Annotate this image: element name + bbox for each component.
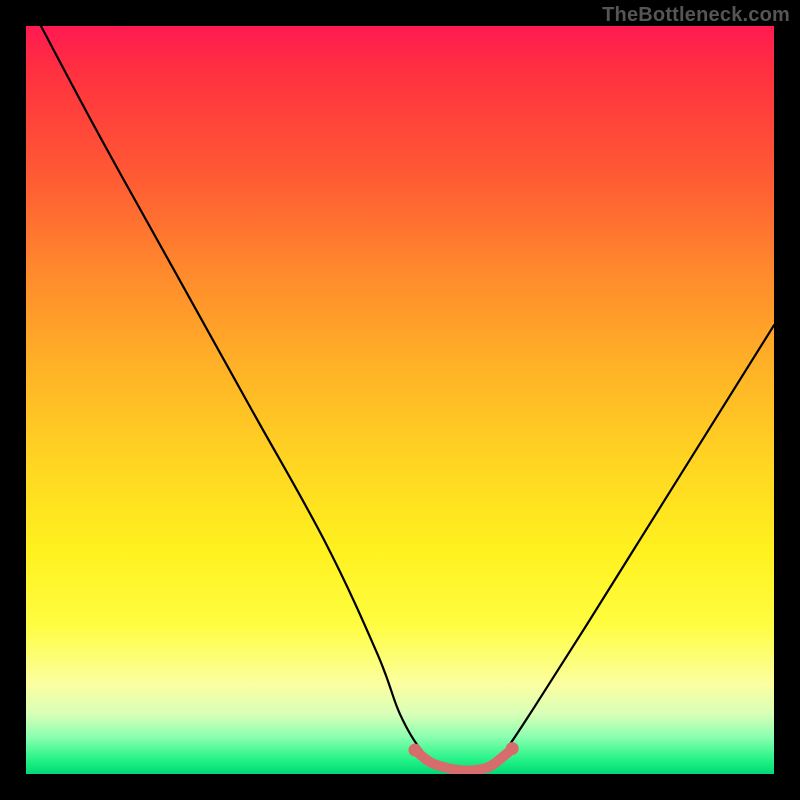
plot-area bbox=[26, 26, 774, 774]
optimal-range-dot bbox=[506, 742, 519, 755]
optimal-range-path bbox=[415, 749, 512, 771]
bottleneck-chart: TheBottleneck.com bbox=[0, 0, 800, 800]
optimal-range-dot bbox=[408, 744, 421, 757]
bottleneck-curve-path bbox=[41, 26, 774, 771]
curve-layer bbox=[26, 26, 774, 774]
watermark-text: TheBottleneck.com bbox=[602, 4, 790, 27]
